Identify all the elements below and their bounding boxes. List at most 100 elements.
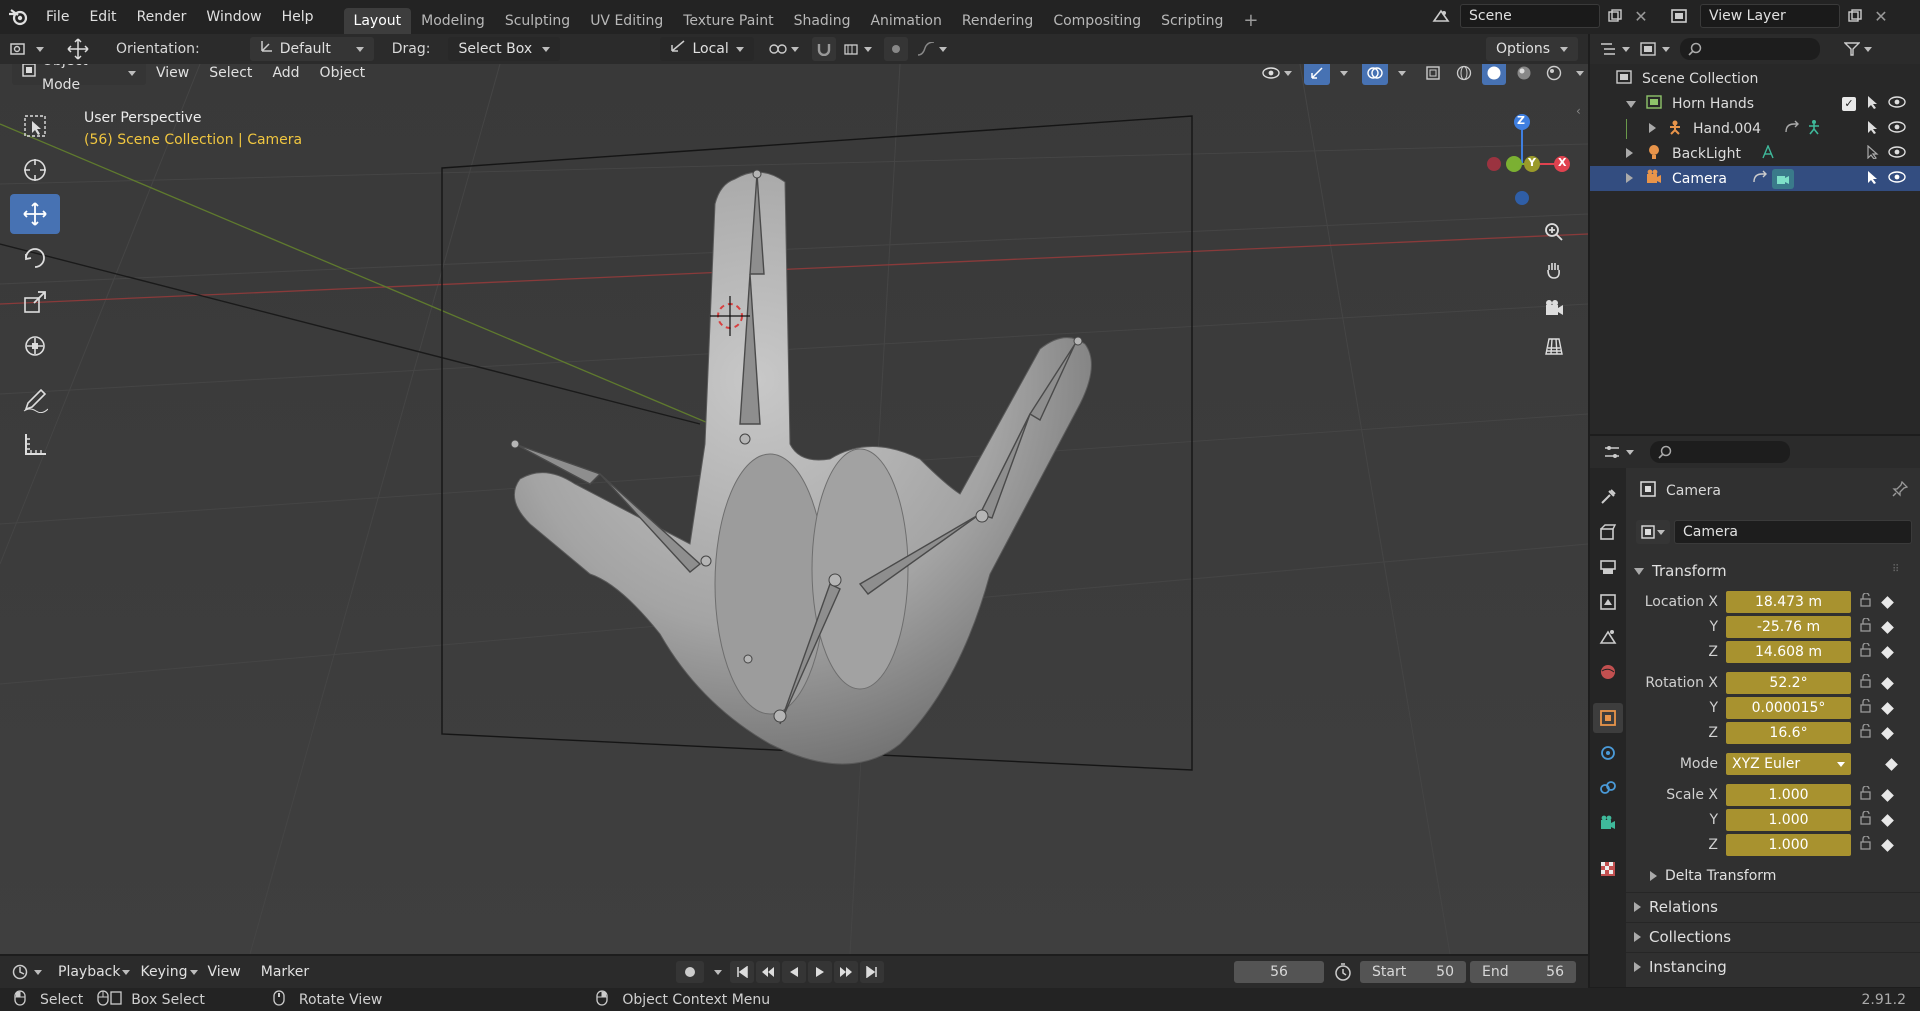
- stopwatch-icon[interactable]: [1334, 963, 1352, 985]
- lock-icon[interactable]: [1859, 673, 1873, 692]
- proportional-edit-icon[interactable]: [884, 37, 909, 61]
- options-dropdown[interactable]: Options: [1485, 37, 1578, 61]
- tab-layout[interactable]: Layout: [343, 8, 412, 34]
- location-x-field[interactable]: 18.473 m: [1726, 591, 1851, 613]
- camera-view-icon[interactable]: [1536, 290, 1572, 326]
- object-datablock-icon[interactable]: [1636, 520, 1670, 544]
- expand-right-icon[interactable]: [1626, 146, 1642, 162]
- keyframe-icon[interactable]: [1881, 788, 1894, 802]
- 3d-viewport[interactable]: Object Mode View Select Add Object: [0, 64, 1588, 954]
- lock-icon[interactable]: [1859, 617, 1873, 636]
- pan-view-icon[interactable]: [1536, 252, 1572, 288]
- world-tab-icon[interactable]: [1593, 657, 1623, 687]
- selectable-arrow-icon[interactable]: [1866, 95, 1880, 113]
- material-shading-icon[interactable]: [1512, 64, 1536, 85]
- falloff-icon[interactable]: [912, 37, 952, 61]
- expand-right-icon[interactable]: [1626, 171, 1642, 187]
- view-layer-icon[interactable]: [1662, 4, 1696, 28]
- object-tab-icon[interactable]: [1593, 703, 1623, 733]
- keyframe-icon[interactable]: [1881, 701, 1894, 715]
- viewport-menu-select[interactable]: Select: [199, 64, 262, 85]
- tab-sculpting[interactable]: Sculpting: [495, 8, 580, 34]
- properties-editor-icon[interactable]: [1604, 441, 1638, 463]
- view-layer-field[interactable]: View Layer: [1700, 4, 1840, 28]
- delete-scene-icon[interactable]: ✕: [1630, 5, 1652, 27]
- timeline-editor-icon[interactable]: [12, 960, 48, 984]
- delete-view-layer-icon[interactable]: ✕: [1870, 5, 1892, 27]
- blender-logo-icon[interactable]: [0, 0, 36, 34]
- menu-render[interactable]: Render: [127, 0, 197, 34]
- menu-help[interactable]: Help: [272, 0, 324, 34]
- keyframe-icon[interactable]: [1881, 676, 1894, 690]
- lock-icon[interactable]: [1859, 785, 1873, 804]
- snap-target-icon[interactable]: [840, 37, 876, 61]
- rotate-tool[interactable]: [10, 238, 60, 278]
- constraints-tab-icon[interactable]: [1593, 773, 1623, 803]
- selectable-arrow-icon[interactable]: [1866, 170, 1880, 188]
- scale-z-field[interactable]: 1.000: [1726, 834, 1851, 856]
- output-tab-icon[interactable]: [1593, 552, 1623, 582]
- xray-icon[interactable]: [1420, 64, 1446, 85]
- menu-window[interactable]: Window: [196, 0, 271, 34]
- start-frame-field[interactable]: Start 50: [1360, 961, 1466, 983]
- keyframe-icon[interactable]: [1881, 620, 1894, 634]
- timeline-menu-playback[interactable]: Playback: [48, 960, 130, 984]
- menu-edit[interactable]: Edit: [79, 0, 126, 34]
- tool-tab-icon[interactable]: [1593, 482, 1623, 512]
- timeline-menu-marker[interactable]: Marker: [251, 960, 319, 984]
- keyframe-icon[interactable]: [1881, 726, 1894, 740]
- record-icon[interactable]: [676, 961, 704, 983]
- viewport-menu-object[interactable]: Object: [310, 64, 376, 85]
- instancing-panel-header[interactable]: Instancing: [1634, 958, 1727, 976]
- drag-handle-icon[interactable]: ⠿: [1892, 564, 1899, 575]
- tab-compositing[interactable]: Compositing: [1043, 8, 1151, 34]
- gizmo-toggle-icon[interactable]: [1304, 64, 1330, 85]
- lock-icon[interactable]: [1859, 698, 1873, 717]
- tab-modeling[interactable]: Modeling: [411, 8, 495, 34]
- timeline-menu-view[interactable]: View: [198, 960, 251, 984]
- rotation-z-field[interactable]: 16.6°: [1726, 722, 1851, 744]
- transform-tool[interactable]: [10, 326, 60, 366]
- eye-icon[interactable]: [1888, 145, 1906, 163]
- pin-icon[interactable]: [1892, 480, 1909, 501]
- outliner-item-backlight[interactable]: BackLight: [1590, 141, 1920, 166]
- orientation-dropdown[interactable]: Default: [249, 37, 374, 61]
- jump-keyframe-forward-icon[interactable]: [834, 961, 858, 983]
- outliner-search-input[interactable]: [1680, 38, 1820, 60]
- move-tool-icon[interactable]: [64, 37, 92, 61]
- texture-tab-icon[interactable]: [1593, 854, 1623, 884]
- filter-icon[interactable]: [1844, 38, 1878, 60]
- measure-tool[interactable]: [10, 424, 60, 464]
- new-scene-icon[interactable]: [1604, 5, 1626, 27]
- menu-file[interactable]: File: [36, 0, 79, 34]
- physics-tab-icon[interactable]: [1593, 738, 1623, 768]
- display-mode-icon[interactable]: [1640, 38, 1674, 60]
- overlays-icon[interactable]: [1362, 64, 1388, 85]
- end-frame-field[interactable]: End 56: [1470, 961, 1576, 983]
- tab-animation[interactable]: Animation: [860, 8, 951, 34]
- scene-icon[interactable]: [1426, 4, 1456, 28]
- expand-right-icon[interactable]: [1649, 121, 1665, 137]
- tab-texture-paint[interactable]: Texture Paint: [673, 8, 783, 34]
- selectable-arrow-icon[interactable]: [1866, 120, 1880, 138]
- play-reverse-icon[interactable]: [782, 961, 806, 983]
- keyframe-icon[interactable]: [1885, 757, 1898, 771]
- jump-start-icon[interactable]: [730, 961, 754, 983]
- properties-search-input[interactable]: [1650, 441, 1790, 463]
- rotation-mode-dropdown[interactable]: XYZ Euler: [1726, 753, 1851, 775]
- scene-tab-icon[interactable]: [1593, 622, 1623, 652]
- scale-y-field[interactable]: 1.000: [1726, 809, 1851, 831]
- camera-data-tab-icon[interactable]: [1593, 808, 1623, 838]
- outliner-editor-icon[interactable]: [1600, 38, 1634, 60]
- cursor-tool[interactable]: [10, 150, 60, 190]
- visibility-icon[interactable]: [1262, 64, 1298, 85]
- current-frame-field[interactable]: 56: [1234, 961, 1324, 983]
- drag-dropdown[interactable]: Select Box: [448, 37, 561, 61]
- timeline-menu-keying[interactable]: Keying: [130, 960, 197, 984]
- zoom-view-icon[interactable]: [1536, 214, 1572, 250]
- selectable-arrow-icon[interactable]: [1866, 144, 1880, 163]
- viewport-menu-add[interactable]: Add: [262, 64, 309, 85]
- keyframe-icon[interactable]: [1881, 595, 1894, 609]
- editor-type-icon[interactable]: [10, 37, 46, 61]
- navigation-gizmo[interactable]: Z X Y: [1470, 100, 1580, 210]
